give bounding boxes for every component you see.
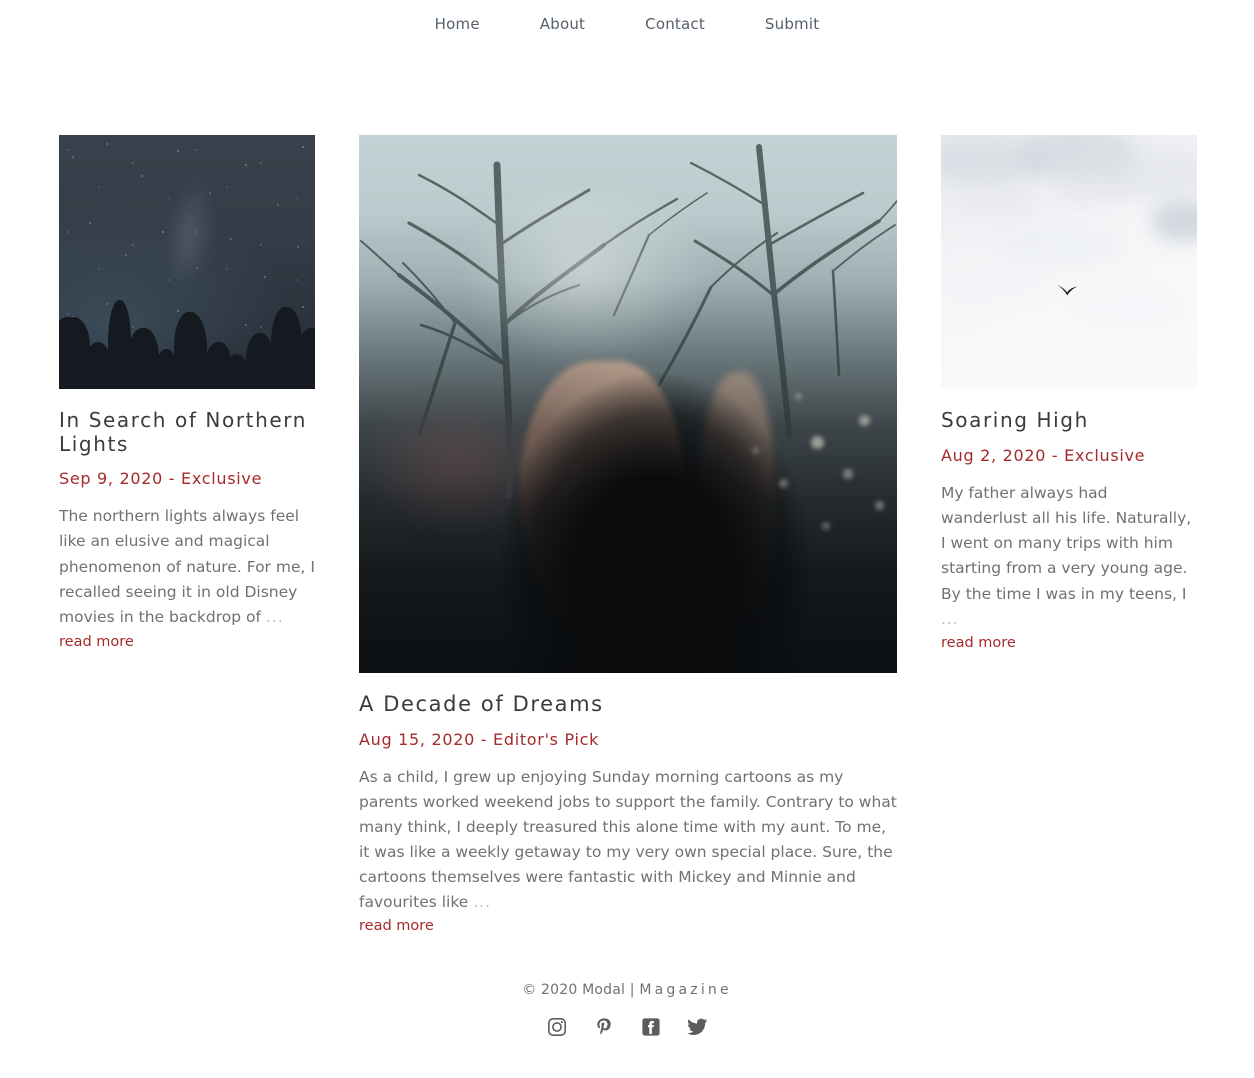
article-thumbnail-northern-lights[interactable]: [59, 135, 315, 389]
article-excerpt-text: As a child, I grew up enjoying Sunday mo…: [359, 767, 897, 911]
article-card-right: Soaring High Aug 2, 2020 - Exclusive My …: [941, 135, 1197, 651]
article-meta: Aug 15, 2020 - Editor's Pick: [359, 729, 600, 749]
article-grid: In Search of Northern Lights Sep 9, 2020…: [0, 48, 1254, 1078]
article-title[interactable]: Soaring High: [941, 408, 1197, 433]
nav-item-home[interactable]: Home: [405, 16, 510, 32]
bokeh-layer: [359, 135, 897, 673]
article-excerpt-text: My father always had wanderlust all his …: [941, 483, 1192, 603]
article-excerpt: As a child, I grew up enjoying Sunday mo…: [359, 765, 897, 915]
pinterest-icon[interactable]: [593, 1016, 615, 1038]
read-more-link[interactable]: read more: [941, 635, 1016, 651]
copyright-prefix: © 2020 Modal |: [522, 982, 640, 998]
article-card-left: In Search of Northern Lights Sep 9, 2020…: [59, 135, 315, 650]
bird-silhouette: [1056, 282, 1078, 296]
nav-item-contact[interactable]: Contact: [615, 16, 735, 32]
article-excerpt: The northern lights always feel like an …: [59, 504, 315, 630]
site-footer: © 2020 Modal | Magazine: [0, 982, 1254, 1038]
nav-item-submit[interactable]: Submit: [735, 16, 849, 32]
article-meta: Sep 9, 2020 - Exclusive: [59, 469, 263, 489]
read-more-link[interactable]: read more: [59, 634, 134, 650]
bird-svg: [1057, 284, 1078, 296]
cloud-layer: [941, 135, 1197, 389]
article-thumbnail-soaring-high[interactable]: [941, 135, 1197, 389]
facebook-icon[interactable]: [640, 1016, 662, 1038]
excerpt-ellipsis: ...: [473, 892, 492, 911]
main-navigation: Home About Contact Submit: [0, 0, 1254, 48]
twitter-icon[interactable]: [687, 1016, 709, 1038]
copyright-text: © 2020 Modal | Magazine: [0, 982, 1254, 998]
article-thumbnail-decade-of-dreams[interactable]: [359, 135, 897, 673]
nav-item-about[interactable]: About: [510, 16, 615, 32]
article-title[interactable]: A Decade of Dreams: [359, 692, 897, 717]
social-links: [0, 1016, 1254, 1038]
instagram-icon[interactable]: [546, 1016, 568, 1038]
article-card-center: A Decade of Dreams Aug 15, 2020 - Editor…: [359, 135, 897, 934]
treeline-silhouette: [59, 272, 315, 389]
excerpt-ellipsis: ...: [265, 608, 284, 627]
excerpt-ellipsis: ...: [941, 610, 959, 629]
article-excerpt: My father always had wanderlust all his …: [941, 481, 1197, 633]
article-title[interactable]: In Search of Northern Lights: [59, 408, 315, 456]
read-more-link[interactable]: read more: [359, 918, 434, 934]
article-meta: Aug 2, 2020 - Exclusive: [941, 445, 1146, 465]
brand-name: Magazine: [639, 982, 732, 998]
